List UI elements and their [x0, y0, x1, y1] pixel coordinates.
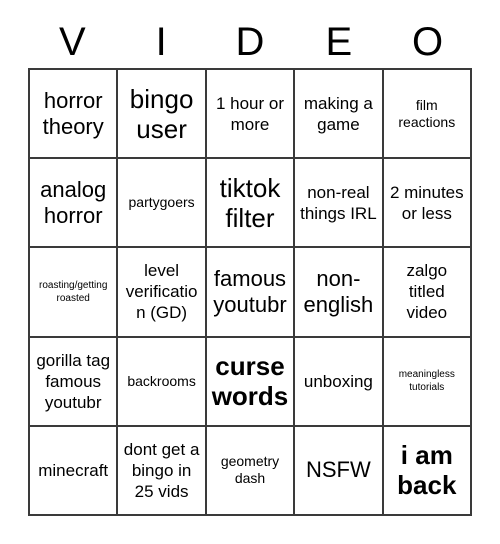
bingo-cell-label: roasting/getting roasted: [39, 279, 108, 304]
bingo-cell-r2-c4[interactable]: non-real things IRL: [295, 159, 384, 249]
bingo-grid: horror theory bingo user 1 hour or more mak…: [28, 68, 472, 516]
bingo-cell-r3-c1[interactable]: roasting/getting roasted: [30, 248, 119, 338]
bingo-cell-label: minecraft: [38, 460, 109, 480]
bingo-cell-label: famous youtubr: [213, 265, 287, 317]
bingo-cell-r1-c3[interactable]: 1 hour or more: [206, 70, 296, 160]
bingo-cell-r4-c5[interactable]: meaningless tutorials: [383, 337, 472, 427]
bingo-cell-label: film reactions: [398, 96, 456, 130]
bingo-cell-label: 1 hour or more: [215, 93, 285, 134]
bingo-cell-r4-c2[interactable]: backrooms: [118, 337, 207, 427]
bingo-cell-label: backrooms: [127, 372, 196, 389]
bingo-cell-r4-c4[interactable]: unboxing: [295, 337, 384, 427]
bingo-cell-r3-c4[interactable]: non-english: [295, 248, 384, 338]
bingo-cell-label: level verification (GD): [125, 261, 198, 323]
bingo-cell-label: curse words: [211, 351, 289, 412]
bingo-cell-r4-c1[interactable]: gorilla tag famous youtubr: [30, 337, 119, 427]
bingo-cell-r1-c4[interactable]: making a game: [295, 70, 384, 160]
header-letter-5: O: [412, 20, 444, 64]
bingo-cell-r5-c3[interactable]: geometry dash: [206, 426, 296, 516]
bingo-cell-label: meaningless tutorials: [398, 369, 455, 394]
bingo-cell-r3-c3[interactable]: famous youtubr: [206, 248, 296, 338]
bingo-cell-r2-c3[interactable]: tiktok filter: [206, 159, 296, 249]
bingo-cell-label: horror theory: [42, 87, 104, 139]
bingo-cell-r1-c5[interactable]: film reactions: [383, 70, 472, 160]
header-letter-3: D: [235, 20, 265, 64]
bingo-cell-r1-c2[interactable]: bingo user: [118, 70, 207, 160]
bingo-cell-r2-c5[interactable]: 2 minutes or less: [383, 159, 472, 249]
bingo-cell-r5-c2[interactable]: dont get a bingo in 25 vids: [118, 426, 207, 516]
bingo-card: V I D E O horror theory bingo user 1 hour …: [0, 0, 500, 544]
bingo-cell-label: analog horror: [40, 176, 107, 228]
bingo-cell-r2-c2[interactable]: partygoers: [118, 159, 207, 249]
bingo-cell-r2-c1[interactable]: analog horror: [30, 159, 119, 249]
bingo-cell-label: unboxing: [303, 371, 373, 391]
bingo-cell-label: geometry dash: [220, 453, 280, 487]
bingo-cell-r3-c2[interactable]: level verification (GD): [118, 248, 207, 338]
bingo-cell-label: non-real things IRL: [300, 182, 377, 223]
bingo-cell-label: making a game: [303, 93, 373, 134]
bingo-cell-label: dont get a bingo in 25 vids: [123, 439, 200, 501]
header-letter-4: E: [325, 20, 353, 64]
bingo-cell-label: 2 minutes or less: [389, 182, 464, 223]
bingo-cell-label: non-english: [303, 265, 374, 317]
bingo-cell-r5-c4[interactable]: NSFW: [295, 426, 384, 516]
bingo-cell-r3-c5[interactable]: zalgo titled video: [383, 248, 472, 338]
bingo-cell-label: i am back: [397, 440, 457, 501]
bingo-cell-label: bingo user: [129, 83, 194, 144]
bingo-cell-r4-c3[interactable]: curse words: [206, 337, 296, 427]
bingo-cell-label: zalgo titled video: [406, 261, 448, 323]
bingo-cell-label: partygoers: [128, 194, 195, 211]
bingo-cell-label: gorilla tag famous youtubr: [36, 350, 111, 412]
bingo-cell-r5-c1[interactable]: minecraft: [30, 426, 119, 516]
header-letter-1: V: [59, 20, 86, 64]
bingo-cell-r5-c5[interactable]: i am back: [383, 426, 472, 516]
header-letter-2: I: [155, 20, 167, 64]
bingo-cell-r1-c1[interactable]: horror theory: [30, 70, 119, 160]
bingo-header: V I D E O: [28, 16, 472, 68]
bingo-cell-label: tiktok filter: [219, 172, 281, 233]
bingo-cell-label: NSFW: [306, 457, 371, 483]
